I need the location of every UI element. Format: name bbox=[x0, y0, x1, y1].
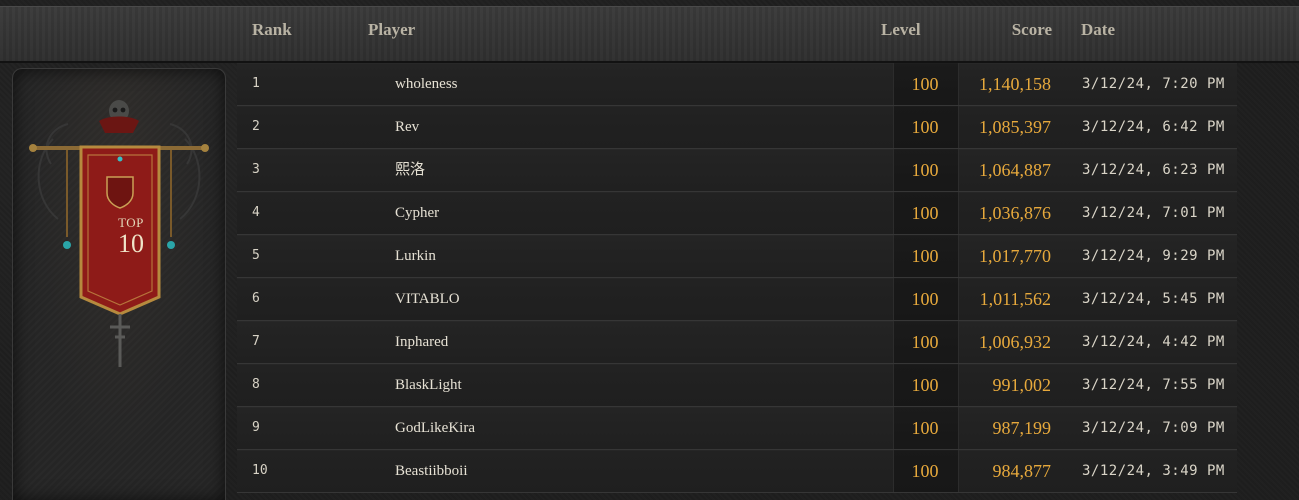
level-cell: 100 bbox=[911, 418, 939, 438]
date-cell: 3/12/24, 7:55 PM bbox=[1082, 377, 1225, 393]
level-cell: 100 bbox=[911, 203, 939, 223]
level-cell: 100 bbox=[911, 375, 939, 395]
player-name[interactable]: Inphared bbox=[395, 321, 448, 363]
level-cell: 100 bbox=[911, 74, 939, 94]
leaderboard-table: 1 wholeness 100 1,140,158 3/12/24, 7:20 … bbox=[237, 63, 1299, 500]
score-cell: 1,140,158 bbox=[979, 74, 1051, 94]
score-cell: 1,036,876 bbox=[979, 203, 1051, 223]
rank-cell: 1 bbox=[252, 76, 260, 91]
score-cell: 1,006,932 bbox=[979, 332, 1051, 352]
player-name[interactable]: wholeness bbox=[395, 63, 458, 105]
player-name[interactable]: Rev bbox=[395, 106, 419, 148]
level-cell: 100 bbox=[911, 160, 939, 180]
rank-cell: 9 bbox=[252, 420, 260, 435]
table-row[interactable]: 4 Cypher 100 1,036,876 3/12/24, 7:01 PM bbox=[237, 192, 1237, 235]
leaderboard-page: Rank Player Level Score Date TOP 10 1 wh… bbox=[0, 0, 1299, 500]
score-cell: 987,199 bbox=[992, 418, 1052, 438]
date-cell: 3/12/24, 5:45 PM bbox=[1082, 291, 1225, 307]
score-cell: 1,085,397 bbox=[979, 117, 1051, 137]
rank-cell: 4 bbox=[252, 205, 260, 220]
table-row[interactable]: 9 GodLikeKira 100 987,199 3/12/24, 7:09 … bbox=[237, 407, 1237, 450]
player-name[interactable]: Beastiibboii bbox=[395, 450, 468, 492]
rank-cell: 7 bbox=[252, 334, 260, 349]
date-cell: 3/12/24, 7:09 PM bbox=[1082, 420, 1225, 436]
rank-cell: 10 bbox=[252, 463, 268, 478]
table-row[interactable]: 3 熙洛 100 1,064,887 3/12/24, 6:23 PM bbox=[237, 149, 1237, 192]
rank-cell: 6 bbox=[252, 291, 260, 306]
score-cell: 1,017,770 bbox=[979, 246, 1051, 266]
level-cell: 100 bbox=[911, 461, 939, 481]
header-player[interactable]: Player bbox=[368, 7, 415, 61]
date-cell: 3/12/24, 7:20 PM bbox=[1082, 76, 1225, 92]
table-row[interactable]: 10 Beastiibboii 100 984,877 3/12/24, 3:4… bbox=[237, 450, 1237, 493]
header-level[interactable]: Level bbox=[881, 7, 921, 61]
date-cell: 3/12/24, 6:42 PM bbox=[1082, 119, 1225, 135]
level-cell: 100 bbox=[911, 332, 939, 352]
table-row[interactable]: 2 Rev 100 1,085,397 3/12/24, 6:42 PM bbox=[237, 106, 1237, 149]
player-name[interactable]: 熙洛 bbox=[395, 149, 425, 191]
header-score[interactable]: Score bbox=[957, 7, 1052, 61]
score-cell: 984,877 bbox=[992, 461, 1052, 481]
date-cell: 3/12/24, 9:29 PM bbox=[1082, 248, 1225, 264]
player-name[interactable]: Lurkin bbox=[395, 235, 436, 277]
date-cell: 3/12/24, 3:49 PM bbox=[1082, 463, 1225, 479]
level-cell: 100 bbox=[911, 117, 939, 137]
top-10-panel: TOP 10 bbox=[12, 68, 226, 500]
player-name[interactable]: GodLikeKira bbox=[395, 407, 475, 449]
player-name[interactable]: Cypher bbox=[395, 192, 439, 234]
rank-cell: 2 bbox=[252, 119, 260, 134]
header-rank[interactable]: Rank bbox=[252, 7, 292, 61]
table-row[interactable]: 5 Lurkin 100 1,017,770 3/12/24, 9:29 PM bbox=[237, 235, 1237, 278]
leaderboard-header: Rank Player Level Score Date bbox=[0, 6, 1299, 63]
player-name[interactable]: BlaskLight bbox=[395, 364, 462, 406]
table-row[interactable]: 8 BlaskLight 100 991,002 3/12/24, 7:55 P… bbox=[237, 364, 1237, 407]
score-cell: 1,064,887 bbox=[979, 160, 1051, 180]
header-date[interactable]: Date bbox=[1081, 7, 1115, 61]
level-cell: 100 bbox=[911, 289, 939, 309]
date-cell: 3/12/24, 7:01 PM bbox=[1082, 205, 1225, 221]
rank-cell: 5 bbox=[252, 248, 260, 263]
score-cell: 1,011,562 bbox=[979, 289, 1051, 309]
player-name[interactable]: VITABLO bbox=[395, 278, 460, 320]
table-row[interactable]: 6 VITABLO 100 1,011,562 3/12/24, 5:45 PM bbox=[237, 278, 1237, 321]
date-cell: 3/12/24, 6:23 PM bbox=[1082, 162, 1225, 178]
table-row[interactable]: 7 Inphared 100 1,006,932 3/12/24, 4:42 P… bbox=[237, 321, 1237, 364]
rank-cell: 8 bbox=[252, 377, 260, 392]
table-row[interactable]: 1 wholeness 100 1,140,158 3/12/24, 7:20 … bbox=[237, 63, 1237, 106]
rank-cell: 3 bbox=[252, 162, 260, 177]
date-cell: 3/12/24, 4:42 PM bbox=[1082, 334, 1225, 350]
banner-number: 10 bbox=[118, 229, 144, 258]
score-cell: 991,002 bbox=[992, 375, 1052, 395]
level-cell: 100 bbox=[911, 246, 939, 266]
